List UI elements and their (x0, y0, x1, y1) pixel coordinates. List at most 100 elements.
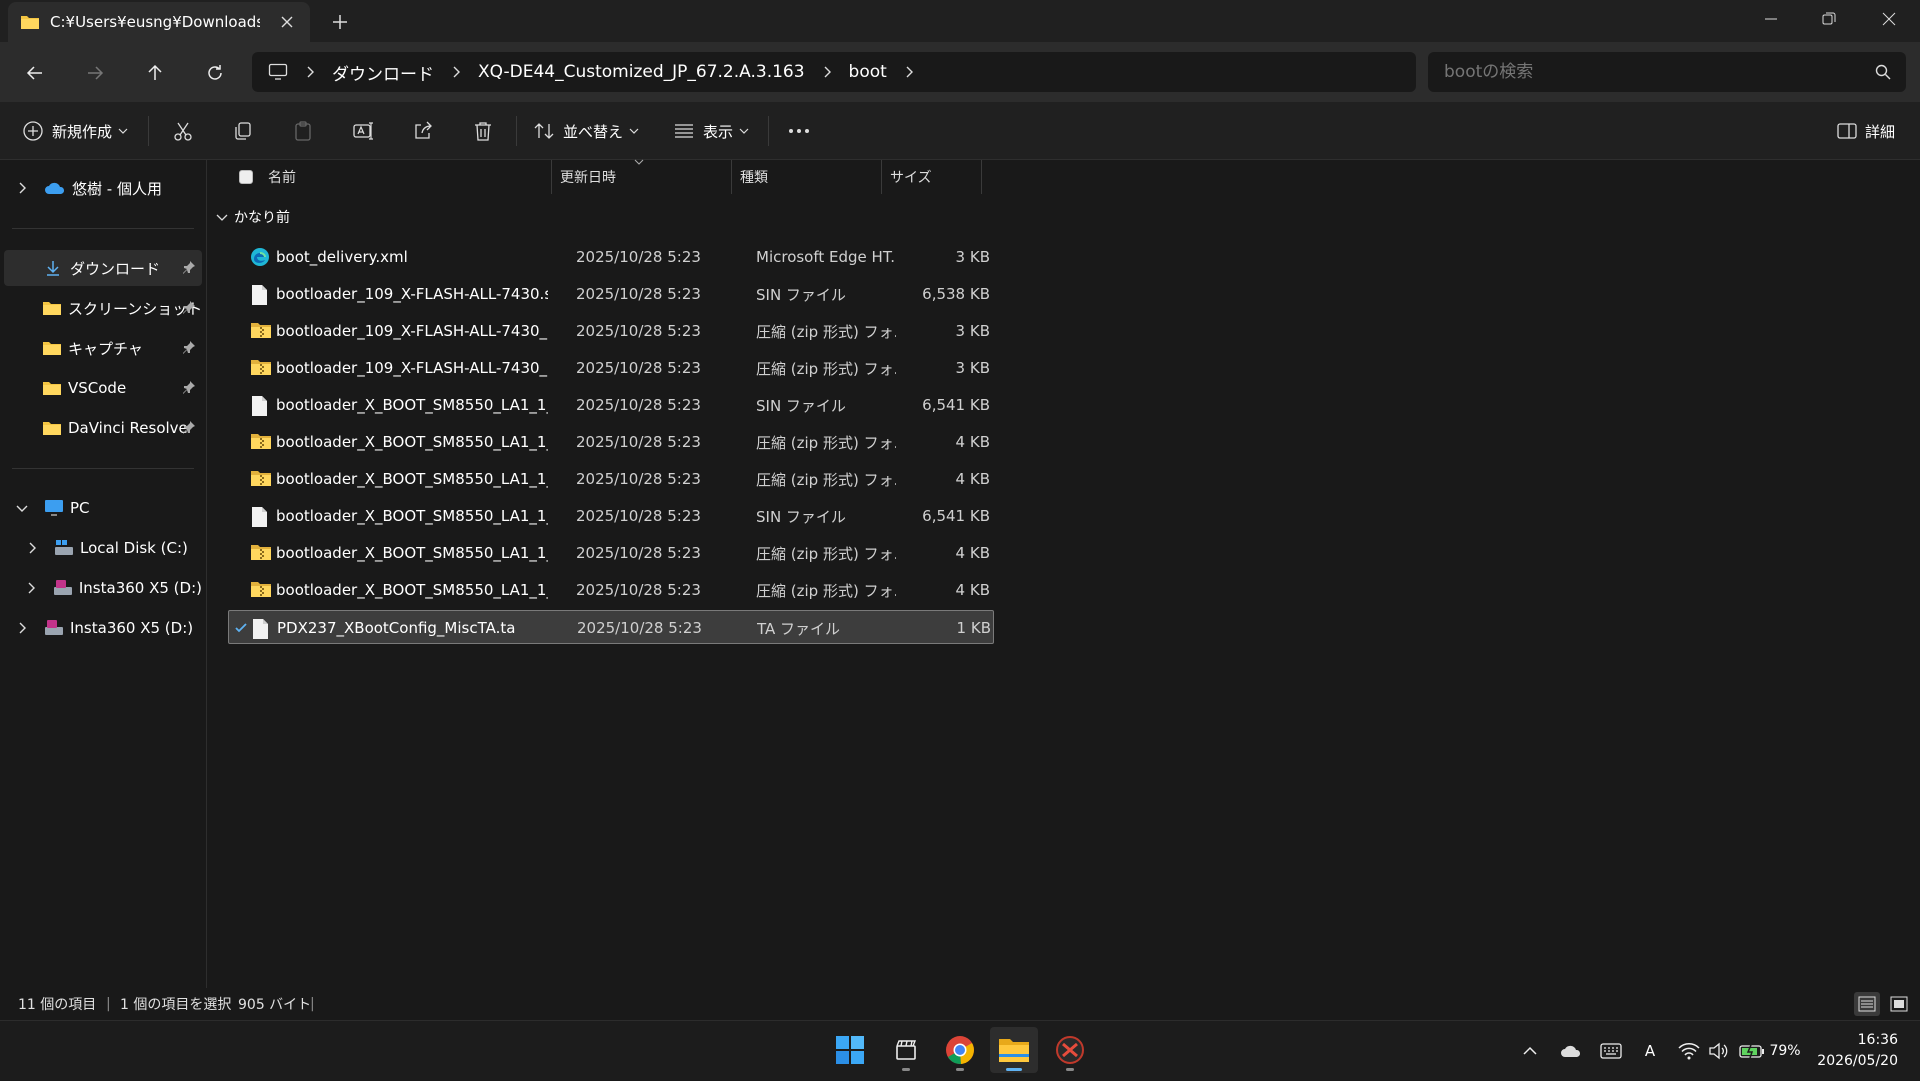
tray-clock[interactable]: 16:36 2026/05/20 (1817, 1030, 1898, 1072)
taskbar-app-clapper[interactable] (882, 1027, 930, 1073)
sort-button[interactable]: 並べ替え (530, 112, 642, 150)
tray-ime-indicator[interactable]: A (1638, 1021, 1662, 1081)
chevron-right-icon[interactable] (24, 580, 39, 596)
sidebar-item-local-disk-c[interactable]: Local Disk (C:) (4, 530, 202, 566)
file-row[interactable]: bootloader_X_BOOT_SM8550_LA1_1_... 2025/1… (228, 573, 994, 607)
chevron-right-icon[interactable] (14, 180, 30, 196)
zip-folder-icon (250, 358, 272, 376)
file-row[interactable]: bootloader_X_BOOT_SM8550_LA1_1_... 2025/1… (228, 462, 994, 496)
restore-button[interactable] (1800, 0, 1858, 38)
file-name[interactable]: bootloader_X_BOOT_SM8550_LA1_1_... (276, 462, 548, 496)
taskbar-app-xperia[interactable] (1046, 1027, 1094, 1073)
sidebar-item-insta360-d-root[interactable]: Insta360 X5 (D:) (4, 610, 202, 646)
column-header-name[interactable]: 名前 (260, 160, 552, 194)
sidebar-item-downloads[interactable]: ダウンロード (4, 250, 202, 286)
file-row[interactable]: bootloader_X_BOOT_SM8550_LA1_1_... 2025/1… (228, 388, 994, 422)
tiles-view-button[interactable] (1886, 992, 1912, 1016)
select-all-checkbox[interactable] (239, 170, 253, 184)
forward-button[interactable] (78, 56, 112, 90)
tray-touch-keyboard[interactable] (1598, 1021, 1624, 1081)
tab-downloads[interactable]: C:¥Users¥eusng¥Downloads¥X (8, 2, 310, 42)
chevron-down-icon[interactable] (216, 212, 228, 222)
tray-volume[interactable] (1706, 1021, 1730, 1081)
tray-battery[interactable]: 79% (1738, 1021, 1802, 1081)
file-row[interactable]: PDX237_XBootConfig_MiscTA.ta 2025/10/28 5… (228, 610, 994, 644)
file-row[interactable]: bootloader_109_X-FLASH-ALL-7430.sin 2025/… (228, 277, 994, 311)
file-name[interactable]: bootloader_X_BOOT_SM8550_LA1_1_... (276, 388, 548, 422)
taskbar-app-file-explorer[interactable] (990, 1027, 1038, 1073)
file-name[interactable]: PDX237_XBootConfig_MiscTA.ta (277, 611, 549, 645)
sidebar-item-screenshots[interactable]: スクリーンショット (4, 290, 202, 326)
share-button[interactable] (404, 112, 442, 150)
paste-button[interactable] (284, 112, 322, 150)
chevron-right-icon[interactable] (24, 540, 40, 556)
file-name[interactable]: bootloader_109_X-FLASH-ALL-7430_h... (276, 314, 548, 348)
new-tab-button[interactable] (328, 10, 352, 34)
address-bar[interactable]: ダウンロード XQ-DE44_Customized_JP_67.2.A.3.16… (252, 52, 1416, 92)
new-button[interactable]: 新規作成 (18, 112, 132, 150)
sidebar-item-captures[interactable]: キャプチャ (4, 330, 202, 366)
minimize-button[interactable] (1742, 0, 1800, 38)
file-name[interactable]: bootloader_109_X-FLASH-ALL-7430_h... (276, 351, 548, 385)
file-row[interactable]: bootloader_109_X-FLASH-ALL-7430_h... 2025… (228, 314, 994, 348)
file-name[interactable]: bootloader_X_BOOT_SM8550_LA1_1_... (276, 573, 548, 607)
details-pane-button[interactable]: 詳細 (1826, 112, 1906, 150)
file-row[interactable]: bootloader_X_BOOT_SM8550_LA1_1_... 2025/1… (228, 425, 994, 459)
breadcrumb-boot[interactable]: boot (839, 62, 897, 82)
more-options-button[interactable] (780, 112, 818, 150)
up-button[interactable] (138, 56, 172, 90)
back-button[interactable] (18, 56, 52, 90)
row-checkbox-checked-icon[interactable] (234, 621, 248, 635)
view-button[interactable]: 表示 (668, 112, 754, 150)
chevron-right-icon[interactable] (444, 60, 468, 84)
group-header-long-ago[interactable]: かなり前 (216, 204, 290, 230)
column-header-type[interactable]: 種類 (732, 160, 882, 194)
pin-icon[interactable] (182, 380, 196, 394)
file-row[interactable]: boot_delivery.xml 2025/10/28 5:23 Microsof… (228, 240, 994, 274)
file-name[interactable]: boot_delivery.xml (276, 240, 548, 274)
file-name[interactable]: bootloader_X_BOOT_SM8550_LA1_1_... (276, 499, 548, 533)
breadcrumb-firmware-folder[interactable]: XQ-DE44_Customized_JP_67.2.A.3.163 (468, 62, 815, 82)
chevron-down-icon[interactable] (14, 500, 30, 516)
column-header-date[interactable]: 更新日時 (552, 159, 732, 194)
pin-icon[interactable] (182, 420, 196, 434)
chevron-right-icon[interactable] (14, 620, 30, 636)
search-input[interactable] (1444, 52, 1854, 92)
cut-button[interactable] (164, 112, 202, 150)
file-row[interactable]: bootloader_X_BOOT_SM8550_LA1_1_... 2025/1… (228, 536, 994, 570)
pin-icon[interactable] (182, 260, 196, 274)
chevron-right-icon[interactable] (897, 60, 921, 84)
tray-wifi[interactable] (1676, 1021, 1702, 1081)
file-name[interactable]: bootloader_X_BOOT_SM8550_LA1_1_... (276, 425, 548, 459)
chevron-right-icon[interactable] (815, 60, 839, 84)
sidebar-item-insta360-d[interactable]: Insta360 X5 (D:) (4, 570, 202, 606)
rename-button[interactable] (344, 112, 382, 150)
pin-icon[interactable] (182, 340, 196, 354)
details-view-button[interactable] (1854, 992, 1880, 1016)
search-icon[interactable] (1874, 63, 1892, 81)
tray-onedrive[interactable] (1556, 1021, 1586, 1081)
start-button[interactable] (826, 1027, 874, 1073)
file-row[interactable]: bootloader_109_X-FLASH-ALL-7430_h... 2025… (228, 351, 994, 385)
show-hidden-icons-button[interactable] (1518, 1021, 1542, 1081)
file-name[interactable]: bootloader_X_BOOT_SM8550_LA1_1_... (276, 536, 548, 570)
breadcrumb-downloads[interactable]: ダウンロード (322, 60, 444, 85)
file-row[interactable]: bootloader_X_BOOT_SM8550_LA1_1_... 2025/1… (228, 499, 994, 533)
file-name[interactable]: bootloader_109_X-FLASH-ALL-7430.sin (276, 277, 548, 311)
chevron-right-icon[interactable] (298, 60, 322, 84)
delete-button[interactable] (464, 112, 502, 150)
copy-button[interactable] (224, 112, 262, 150)
close-window-button[interactable] (1860, 0, 1918, 38)
refresh-button[interactable] (198, 56, 232, 90)
computer-icon[interactable] (268, 63, 288, 81)
search-box[interactable] (1428, 52, 1906, 92)
sidebar-item-vscode[interactable]: VSCode (4, 370, 202, 406)
sidebar-item-davinci-resolve[interactable]: DaVinci Resolve (4, 410, 202, 446)
close-tab-icon[interactable] (278, 13, 296, 31)
column-header-size[interactable]: サイズ (882, 160, 982, 194)
taskbar-app-chrome[interactable] (936, 1027, 984, 1073)
sidebar-item-onedrive[interactable]: 悠樹 - 個人用 (4, 170, 202, 206)
sidebar-item-pc[interactable]: PC (4, 490, 202, 526)
wifi-icon (1678, 1042, 1700, 1060)
pin-icon[interactable] (182, 300, 196, 314)
